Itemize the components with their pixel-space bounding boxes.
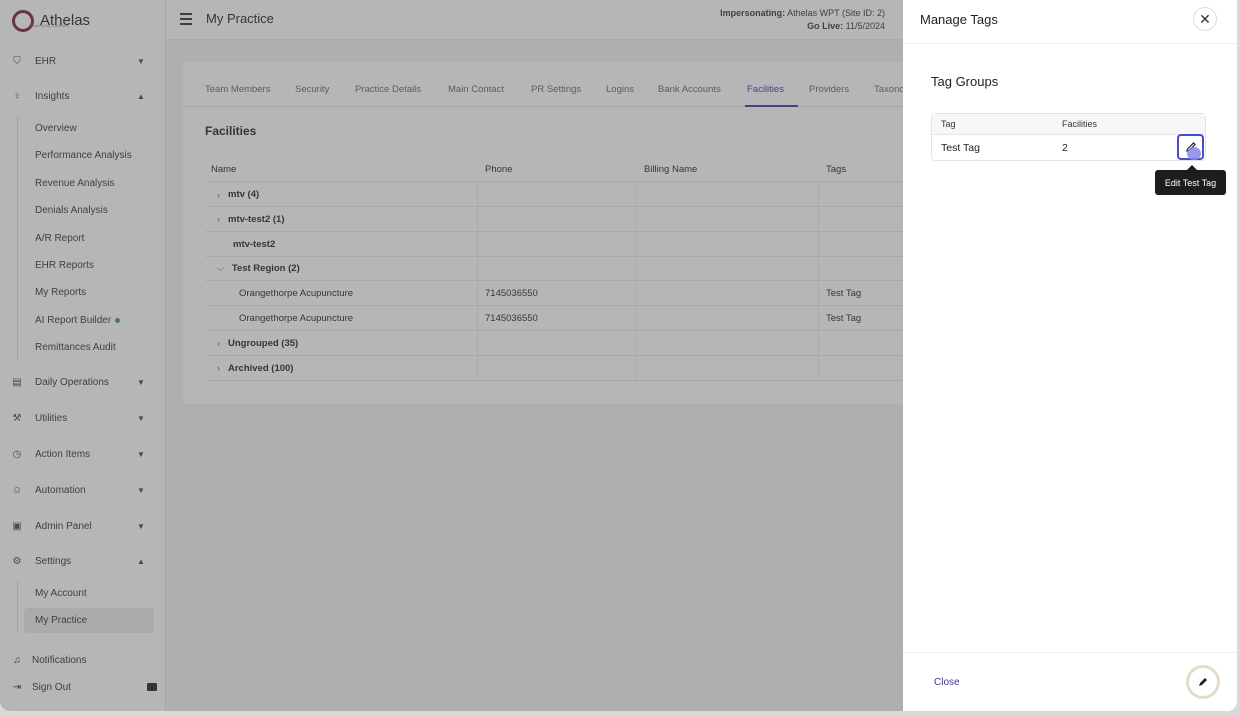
tag-groups-table: Tag Facilities Test Tag 2 xyxy=(931,113,1206,161)
pencil-icon xyxy=(1199,678,1207,686)
app-window: Athelas Powered by Commure ⛉ EHR ▼ ♀ Insight… xyxy=(0,0,1237,711)
panel-header: Manage Tags ✕ xyxy=(903,0,1237,44)
cursor-indicator xyxy=(1187,147,1201,160)
panel-title: Manage Tags xyxy=(920,12,998,27)
close-icon[interactable]: ✕ xyxy=(1193,7,1217,31)
tag-name: Test Tag xyxy=(941,142,980,154)
table-header: Tag Facilities xyxy=(932,114,1205,135)
tooltip: Edit Test Tag xyxy=(1155,165,1226,195)
column-header-facilities: Facilities xyxy=(1062,119,1098,129)
tag-groups-title: Tag Groups xyxy=(931,74,999,89)
panel-footer: Close xyxy=(903,652,1237,711)
modal-overlay[interactable] xyxy=(0,0,903,711)
tag-facilities-count: 2 xyxy=(1062,142,1068,154)
close-button[interactable]: Close xyxy=(934,677,960,688)
manage-tags-panel: Manage Tags ✕ Tag Groups Tag Facilities … xyxy=(903,0,1237,711)
table-row: Test Tag 2 xyxy=(932,135,1205,161)
assistant-button[interactable] xyxy=(1188,667,1218,697)
column-header-tag: Tag xyxy=(941,119,956,129)
